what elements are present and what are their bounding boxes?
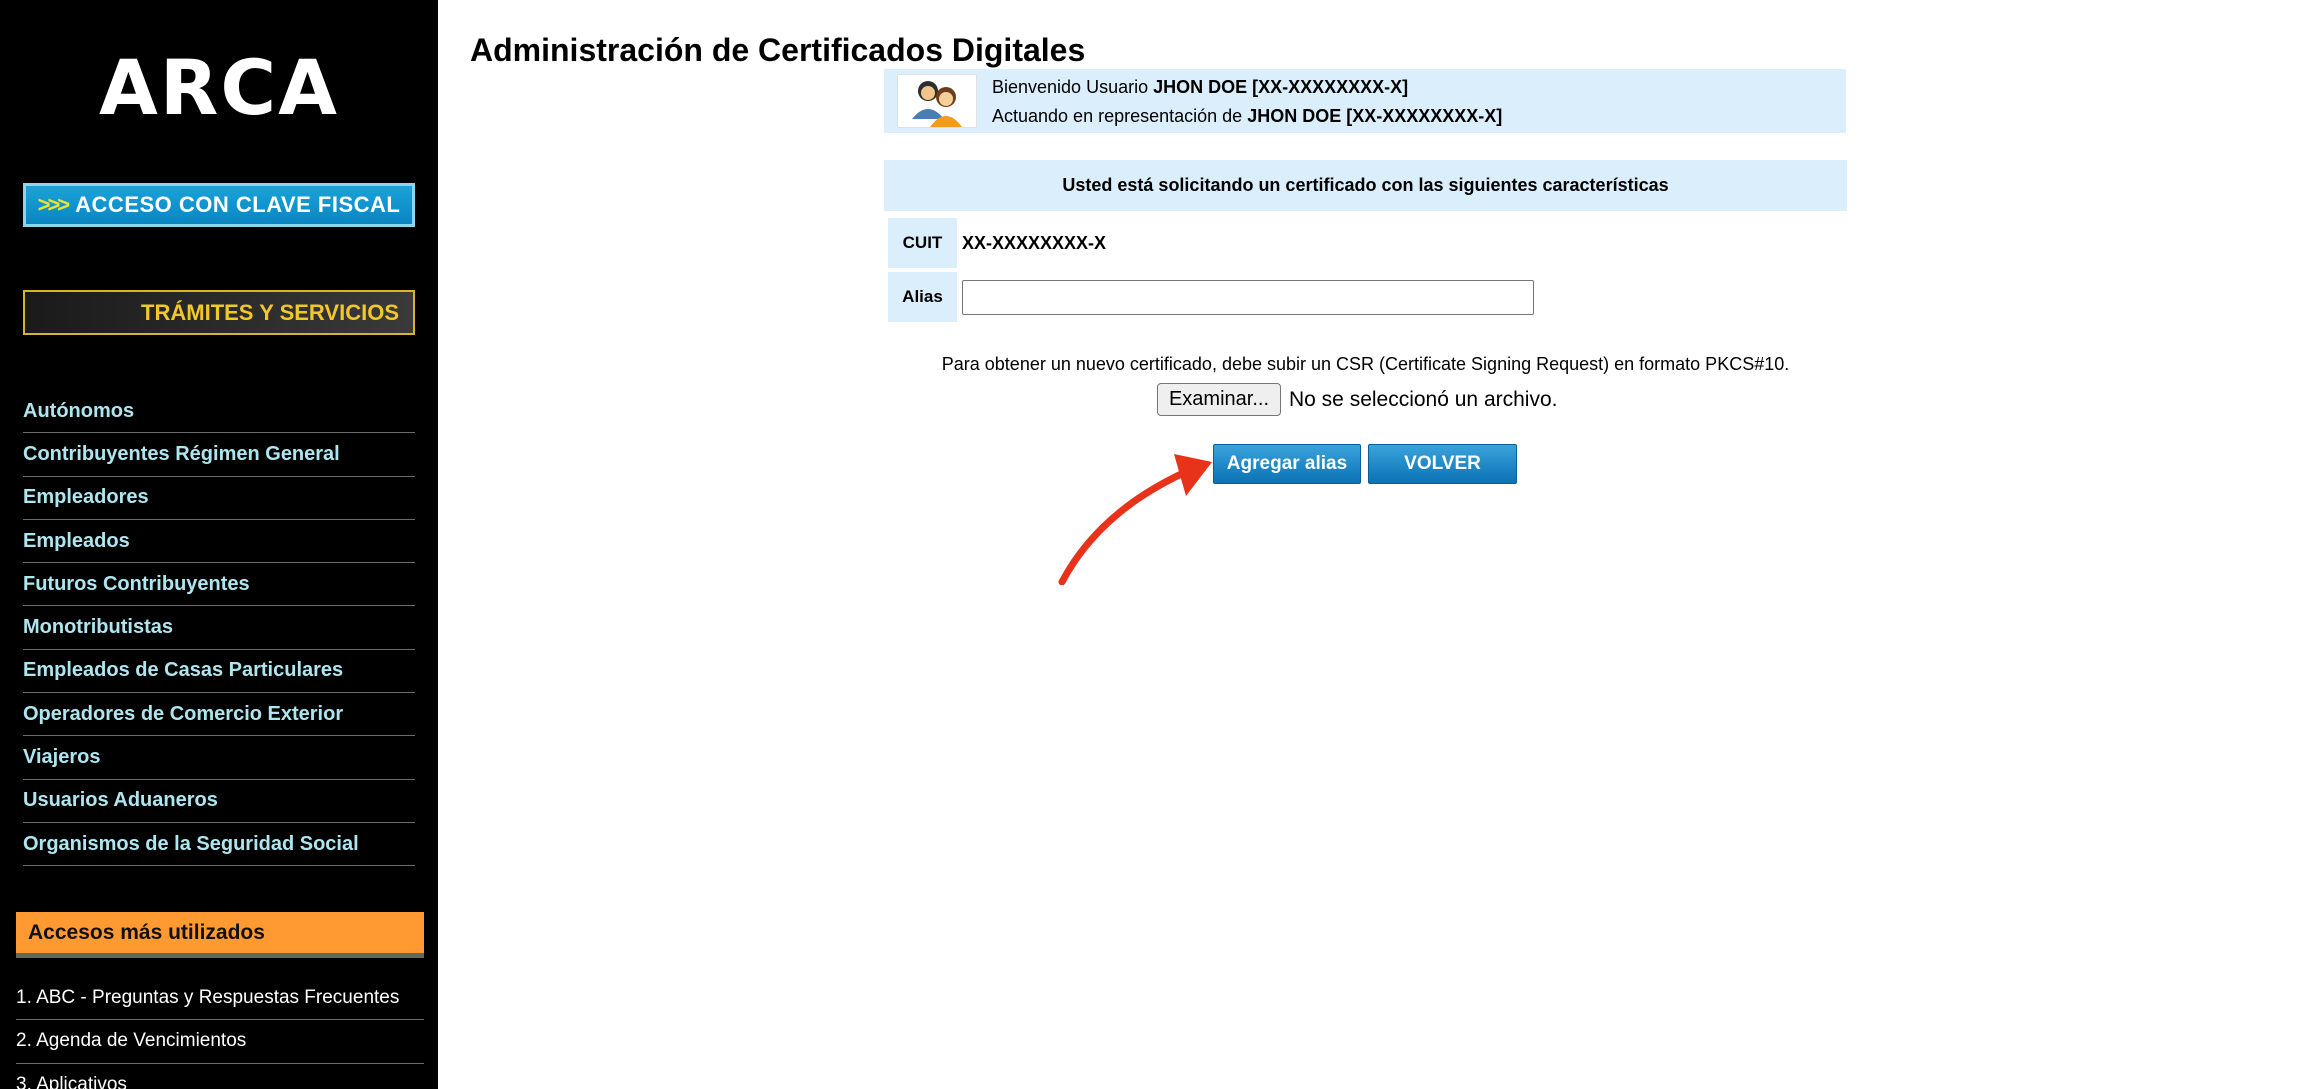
- page-title: Administración de Certificados Digitales: [470, 32, 1086, 68]
- arca-logo[interactable]: ARCA: [98, 43, 340, 132]
- accesos-link[interactable]: 2. Agenda de Vencimientos: [16, 1030, 246, 1052]
- sidebar-link[interactable]: Contribuyentes Régimen General: [23, 443, 340, 466]
- file-status: No se seleccionó un archivo.: [1289, 387, 1558, 411]
- alias-label: Alias: [888, 272, 957, 322]
- sidebar-link[interactable]: Usuarios Aduaneros: [23, 789, 218, 812]
- sidebar-item-usuarios-aduaneros: Usuarios Aduaneros: [23, 780, 415, 823]
- annotation-arrow-icon: [1058, 454, 1212, 585]
- sidebar-item-futuros-contribuyentes: Futuros Contribuyentes: [23, 563, 415, 607]
- clave-fiscal-button[interactable]: >>> ACCESO CON CLAVE FISCAL: [23, 183, 415, 227]
- sidebar-link[interactable]: Empleados de Casas Particulares: [23, 659, 343, 682]
- accesos-item: 1. ABC - Preguntas y Respuestas Frecuent…: [16, 977, 424, 1021]
- sidebar-link[interactable]: Viajeros: [23, 746, 100, 769]
- sidebar-link[interactable]: Organismos de la Seguridad Social: [23, 833, 359, 856]
- file-picker: Examinar... No se seleccionó un archivo.: [1157, 383, 1557, 416]
- accesos-link[interactable]: 3. Aplicativos: [16, 1074, 127, 1089]
- acting-prefix: Actuando en representación de: [992, 106, 1248, 126]
- csr-instructions: Para obtener un nuevo certificado, debe …: [941, 354, 1790, 374]
- user-info-panel: Bienvenido Usuario JHON DOE [XX-XXXXXXXX…: [884, 69, 1846, 133]
- sidebar-item-comercio-exterior: Operadores de Comercio Exterior: [23, 693, 415, 737]
- sidebar-link[interactable]: Monotributistas: [23, 616, 173, 639]
- tramites-label: TRÁMITES Y SERVICIOS: [141, 299, 399, 325]
- sidebar-link[interactable]: Operadores de Comercio Exterior: [23, 703, 343, 726]
- sidebar-link[interactable]: Empleadores: [23, 486, 149, 509]
- browse-file-button[interactable]: Examinar...: [1157, 383, 1281, 416]
- accesos-item: 2. Agenda de Vencimientos: [16, 1020, 424, 1064]
- accesos-link[interactable]: 1. ABC - Preguntas y Respuestas Frecuent…: [16, 987, 399, 1009]
- volver-button[interactable]: VOLVER: [1368, 444, 1517, 484]
- sidebar-nav: Autónomos Contribuyentes Régimen General…: [23, 390, 415, 867]
- welcome-user-name: JHON DOE [XX-XXXXXXXX-X]: [1153, 77, 1409, 97]
- logo-text: ARCA: [99, 43, 339, 132]
- sidebar-item-viajeros: Viajeros: [23, 736, 415, 780]
- alias-input[interactable]: [962, 280, 1534, 315]
- clave-fiscal-label: ACCESO CON CLAVE FISCAL: [75, 192, 401, 217]
- sidebar-link[interactable]: Autónomos: [23, 400, 134, 423]
- tramites-servicios-button[interactable]: TRÁMITES Y SERVICIOS: [23, 290, 415, 335]
- welcome-line: Bienvenido Usuario JHON DOE [XX-XXXXXXXX…: [992, 77, 1408, 98]
- request-banner-text: Usted está solicitando un certificado co…: [1062, 175, 1669, 195]
- sidebar-item-monotributistas: Monotributistas: [23, 606, 415, 650]
- accesos-title: Accesos más utilizados: [28, 920, 265, 944]
- sidebar-item-contribuyentes-regimen-general: Contribuyentes Régimen General: [23, 433, 415, 477]
- sidebar: ARCA >>> ACCESO CON CLAVE FISCAL TRÁMITE…: [0, 0, 438, 1089]
- sidebar-item-empleados: Empleados: [23, 520, 415, 564]
- sidebar-item-casas-particulares: Empleados de Casas Particulares: [23, 650, 415, 694]
- acting-line: Actuando en representación de JHON DOE […: [992, 106, 1502, 127]
- cuit-value: XX-XXXXXXXX-X: [962, 233, 1107, 253]
- users-avatar-icon: [897, 74, 977, 128]
- welcome-prefix: Bienvenido Usuario: [992, 77, 1154, 97]
- request-banner: Usted está solicitando un certificado co…: [884, 160, 1847, 211]
- sidebar-item-seguridad-social: Organismos de la Seguridad Social: [23, 823, 415, 867]
- acting-user-name: JHON DOE [XX-XXXXXXXX-X]: [1247, 106, 1503, 126]
- accesos-list: 1. ABC - Preguntas y Respuestas Frecuent…: [16, 977, 424, 1089]
- accesos-header: Accesos más utilizados: [16, 912, 424, 958]
- sidebar-link[interactable]: Futuros Contribuyentes: [23, 573, 250, 596]
- sidebar-link[interactable]: Empleados: [23, 530, 130, 553]
- triple-chevron-icon: >>>: [37, 192, 71, 217]
- accesos-item: 3. Aplicativos: [16, 1064, 424, 1089]
- sidebar-item-autonomos: Autónomos: [23, 390, 415, 434]
- cuit-label: CUIT: [888, 218, 957, 268]
- sidebar-item-empleadores: Empleadores: [23, 477, 415, 520]
